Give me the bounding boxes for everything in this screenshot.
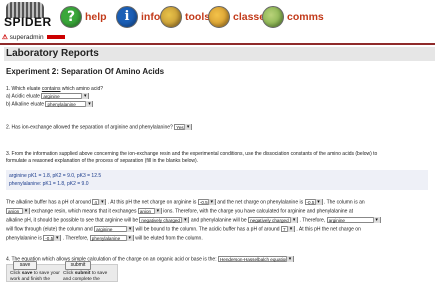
question-3-line-2: formulate a reasoned explanation of the … (6, 158, 199, 164)
phenylalanine-charge-select[interactable]: -0.5 (304, 199, 323, 205)
para-text: . Therefore, (62, 235, 89, 242)
para-text: will be eluted from the column. (135, 235, 203, 242)
para-text: will flow through (elute) the column and (6, 226, 93, 233)
nav-comms-label[interactable]: comms (287, 11, 324, 23)
help-icon[interactable]: ? (60, 6, 82, 28)
page-title: Laboratory Reports (4, 47, 435, 61)
submit-desc-text: to save (91, 271, 108, 276)
para-text: alkaline pH, it should be possible to se… (6, 217, 139, 224)
experiment-title: Experiment 2: Separation Of Amino Acids (6, 67, 165, 76)
nav-help[interactable]: ? help (60, 4, 107, 30)
separation-select[interactable]: Yes (174, 124, 193, 130)
column-type-select[interactable]: anion (6, 208, 30, 214)
warning-icon: ⚠ (2, 34, 8, 41)
question-3-line-1: 3. From the information supplied above c… (6, 151, 378, 157)
para-line-5: phenylalanine is -0.5 . Therefore, pheny… (6, 235, 203, 242)
eluted-amino-acid-select[interactable]: arginine (326, 217, 381, 223)
header-bar: SPIDER ? help i info tools classes comms (0, 0, 435, 34)
arginine-charge-select[interactable]: -0.5 (197, 199, 216, 205)
para-line-4: will flow through (elute) the column and… (6, 226, 361, 233)
phenylalanine-constants: phenylalanine: pK1 = 1.8, pK2 = 9.0 (9, 181, 89, 187)
username: superadmin (9, 34, 44, 41)
para-text: will be bound to the column. The acidic … (135, 226, 280, 233)
q1-underlined: contains (41, 86, 61, 92)
submit-description: Click submit to save and complete the (63, 271, 107, 282)
save-desc-text: Click (10, 271, 21, 276)
exchanged-ions-select[interactable]: anion (137, 208, 162, 214)
spider-logo-text: SPIDER (4, 15, 52, 29)
submit-desc-bold: submit (74, 271, 91, 276)
save-desc-text: to save your (33, 271, 60, 276)
acidic-eluted-select[interactable]: phenylalanine (89, 235, 134, 241)
para-text: and the net charge on phenylalanine is (217, 199, 304, 206)
submit-desc-text: and complete the (63, 277, 100, 282)
q4-text: 4. The equation which allows simple calc… (6, 256, 217, 263)
comms-icon[interactable] (262, 6, 284, 28)
classes-icon[interactable] (208, 6, 230, 28)
equation-select[interactable]: Henderson-Hasselbalch equation (217, 256, 294, 262)
user-bar: ⚠ superadmin (0, 34, 435, 42)
phenylalanine-state-select[interactable]: negatively charged (248, 217, 299, 223)
para-line-2: anion exchange resin, which means that i… (6, 208, 353, 215)
para-line-1: The alkaline buffer has a pH of around 4… (6, 199, 365, 206)
para-text: phenylalanine is (6, 235, 42, 242)
spider-logo[interactable]: SPIDER (2, 2, 51, 32)
dissociation-constants-box: arginine pK1 = 1.8, pK2 = 9.0, pK3 = 12.… (6, 170, 428, 190)
save-description: Click save to save your work and finish … (10, 271, 60, 282)
phenylalanine-acidic-charge-select[interactable]: -0.5 (43, 235, 62, 241)
para-text: exchange resin, which means that it exch… (31, 208, 137, 215)
q1-suffix: which amino acid? (60, 86, 104, 92)
submit-desc-text: Click (63, 271, 74, 276)
para-text: . At this pH the net charge on (296, 226, 361, 233)
para-text: . Therefore, (299, 217, 326, 224)
question-4: 4. The equation which allows simple calc… (6, 256, 294, 263)
para-text: The alkaline buffer has a pH of around (6, 199, 91, 206)
para-text: . At this pH the net charge on arginine … (107, 199, 197, 206)
acidic-ph-select[interactable]: 7 (280, 226, 295, 232)
bound-amino-acid-select[interactable]: arginine (94, 226, 135, 232)
save-button[interactable]: save (13, 261, 37, 270)
acidic-eluate-select[interactable]: arginine (41, 93, 90, 99)
q1-b-label: b) Alkaline eluate (6, 101, 45, 108)
nav-info[interactable]: i info (116, 4, 160, 30)
header-divider (0, 43, 435, 45)
question-2: 2. Has ion-exchange allowed the separati… (6, 124, 193, 131)
nav-help-label[interactable]: help (85, 11, 107, 23)
save-desc-bold: save (21, 271, 33, 276)
q1-prefix: 1. Which eluate (6, 86, 42, 92)
para-line-3: alkaline pH, it should be possible to se… (6, 217, 381, 224)
nav-info-label[interactable]: info (141, 11, 160, 23)
q1-b-row: b) Alkaline eluate phenylalanine (6, 101, 94, 108)
alkaline-ph-select[interactable]: 4 (92, 199, 107, 205)
alkaline-eluate-select[interactable]: phenylalanine (45, 101, 94, 107)
arginine-constants: arginine pK1 = 1.8, pK2 = 9.0, pK3 = 12.… (9, 173, 102, 179)
arginine-state-select[interactable]: negatively charged (139, 217, 190, 223)
actions-panel: save submit Click save to save your work… (6, 261, 118, 282)
q1-a-label: a) Acidic eluate (6, 93, 40, 100)
q1-a-row: a) Acidic eluate arginine (6, 93, 90, 100)
q2-text: 2. Has ion-exchange allowed the separati… (6, 124, 173, 131)
nav-tools-label[interactable]: tools (185, 11, 210, 23)
question-1: 1. Which eluate contains which amino aci… (6, 86, 103, 93)
para-text: and phenylalanine will be (190, 217, 247, 224)
user-status-bar (47, 35, 66, 40)
nav-tools[interactable]: tools (160, 4, 210, 30)
para-text: ions. Therefore, with the charge you hav… (163, 208, 353, 215)
submit-button[interactable]: submit (65, 261, 91, 270)
save-desc-text: work and finish the (10, 277, 50, 282)
info-icon[interactable]: i (116, 6, 138, 28)
nav-comms[interactable]: comms (262, 4, 324, 30)
para-text: . The column is an (323, 199, 365, 206)
tools-icon[interactable] (160, 6, 182, 28)
